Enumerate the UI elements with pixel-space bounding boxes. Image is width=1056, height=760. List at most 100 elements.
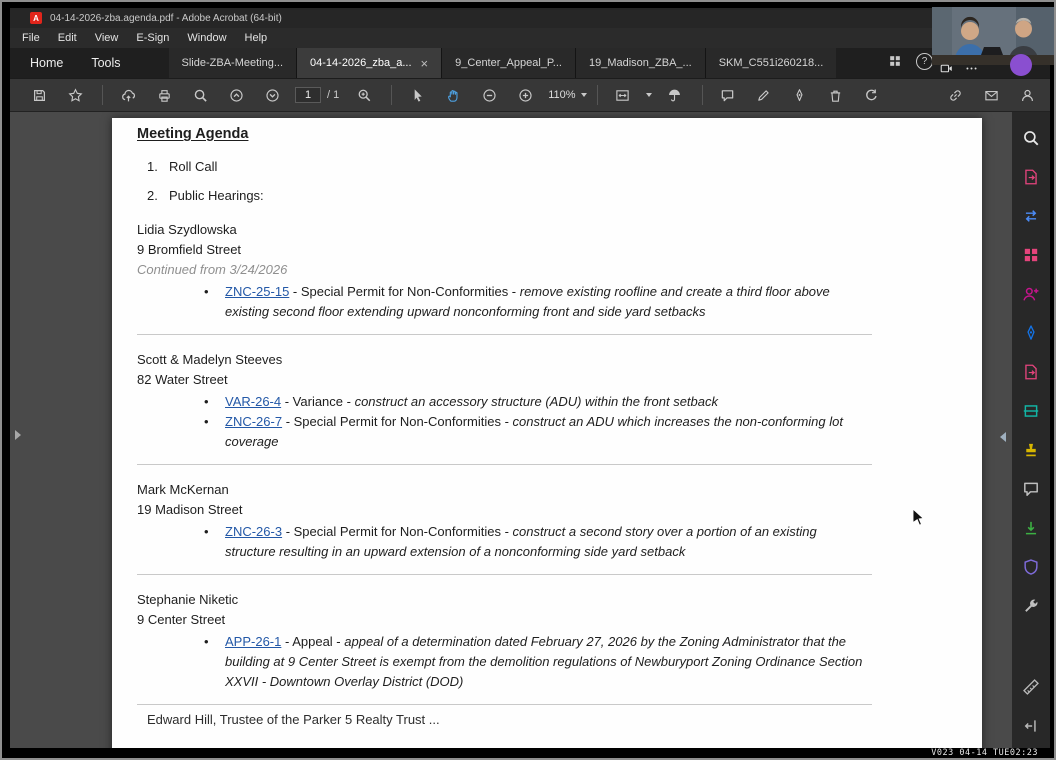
menu-help[interactable]: Help <box>236 32 277 44</box>
page-title: Meeting Agenda <box>137 126 249 142</box>
search-tool-button[interactable] <box>1019 126 1043 150</box>
app-grid-icon[interactable] <box>888 54 902 68</box>
permit-type: - Special Permit for Non-Conformities - <box>289 284 520 299</box>
doc-tab-label: SKM_C551i260218... <box>718 57 824 69</box>
section-divider <box>137 334 872 335</box>
help-icon[interactable]: ? <box>916 53 933 70</box>
collapse-rail-button[interactable] <box>1019 714 1043 738</box>
export-pdf-tool-button[interactable] <box>1019 165 1043 189</box>
fit-width-button[interactable] <box>610 82 636 108</box>
menu-edit[interactable]: Edit <box>49 32 86 44</box>
doc-tab-skm[interactable]: SKM_C551i260218... <box>704 48 837 78</box>
protect-icon <box>1022 558 1040 576</box>
request-esign-tool-button[interactable] <box>1019 282 1043 306</box>
cloud-upload-button[interactable] <box>115 82 141 108</box>
print-button[interactable] <box>151 82 177 108</box>
find-button[interactable] <box>187 82 213 108</box>
clipped-bottom-line: Edward Hill, Trustee of the Parker 5 Rea… <box>147 712 440 727</box>
email-button[interactable] <box>978 82 1004 108</box>
tab-tools[interactable]: Tools <box>77 48 134 78</box>
next-page-button[interactable] <box>259 82 285 108</box>
tab-home[interactable]: Home <box>16 48 77 78</box>
toolbar-divider <box>596 85 598 105</box>
comment-button[interactable] <box>715 82 741 108</box>
share-icon <box>1022 363 1040 381</box>
previous-page-button[interactable] <box>223 82 249 108</box>
star-favorite-button[interactable] <box>62 82 88 108</box>
case-number-link[interactable]: APP-26-1 <box>225 634 281 649</box>
webcam-video <box>932 7 1054 65</box>
page-number-input[interactable]: 1 <box>295 87 321 103</box>
marquee-zoom-button[interactable] <box>351 82 377 108</box>
redo-button[interactable] <box>859 82 885 108</box>
sign-button[interactable] <box>787 82 813 108</box>
doc-tab-madison[interactable]: 19_Madison_ZBA_... <box>574 48 705 78</box>
section-divider <box>137 704 872 705</box>
doc-tab-slide-zba[interactable]: Slide-ZBA-Meeting... <box>168 48 297 78</box>
zoom-out-button[interactable] <box>476 82 502 108</box>
collapse-right-panel-arrow[interactable] <box>1000 432 1006 442</box>
highlight-button[interactable] <box>751 82 777 108</box>
permit-type: - Special Permit for Non-Conformities - <box>282 524 513 539</box>
menu-view[interactable]: View <box>86 32 128 44</box>
delete-button[interactable] <box>823 82 849 108</box>
measure-tool-button[interactable] <box>1019 675 1043 699</box>
case-number-link[interactable]: ZNC-26-3 <box>225 524 282 539</box>
page-display-button[interactable] <box>662 82 688 108</box>
convert-icon <box>1022 207 1040 225</box>
hearing-section: Mark McKernan 19 Madison Street ZNC-26-3… <box>137 480 870 562</box>
scan-ocr-tool-button[interactable] <box>1019 399 1043 423</box>
video-camera-icon[interactable] <box>940 62 953 75</box>
expand-left-panel-arrow[interactable] <box>15 430 21 440</box>
menu-window[interactable]: Window <box>178 32 235 44</box>
webcam-overlay[interactable] <box>932 7 1054 65</box>
toolbar-divider <box>391 85 393 105</box>
share-tool-button[interactable] <box>1019 360 1043 384</box>
zoom-in-button[interactable] <box>512 82 538 108</box>
list-number: 1. <box>147 159 158 174</box>
select-tool-button[interactable] <box>404 82 430 108</box>
window-title: 04-14-2026-zba.agenda.pdf - Adobe Acroba… <box>50 12 282 24</box>
case-number-link[interactable]: ZNC-25-15 <box>225 284 289 299</box>
screen: A 04-14-2026-zba.agenda.pdf - Adobe Acro… <box>0 0 1056 760</box>
permit-type: - Appeal - <box>281 634 345 649</box>
zoom-level-dropdown[interactable]: 110% <box>548 89 587 101</box>
applicant-name: Lidia Szydlowska <box>137 222 237 237</box>
pdf-page: Meeting Agenda 1. Roll Call 2. Public He… <box>112 118 982 748</box>
document-area: Meeting Agenda 1. Roll Call 2. Public He… <box>10 112 1050 748</box>
case-number-link[interactable]: ZNC-26-7 <box>225 414 282 429</box>
account-button[interactable] <box>1014 82 1040 108</box>
permit-type: - Variance - <box>281 394 355 409</box>
hand-tool-button[interactable] <box>440 82 466 108</box>
compress-tool-button[interactable] <box>1019 516 1043 540</box>
request-esign-icon <box>1022 285 1040 303</box>
protect-tool-button[interactable] <box>1019 555 1043 579</box>
convert-pdf-tool-button[interactable] <box>1019 204 1043 228</box>
doc-tab-center-appeal[interactable]: 9_Center_Appeal_P... <box>441 48 575 78</box>
agenda-item: APP-26-1 - Appeal - appeal of a determin… <box>137 632 870 692</box>
webcam-controls <box>940 62 978 75</box>
chevron-down-icon[interactable] <box>645 93 652 97</box>
measure-icon <box>1022 678 1040 696</box>
fill-sign-tool-button[interactable] <box>1019 321 1043 345</box>
comment-icon <box>1022 480 1040 498</box>
more-tools-button[interactable] <box>1019 594 1043 618</box>
comment-tool-button[interactable] <box>1019 477 1043 501</box>
share-link-button[interactable] <box>942 82 968 108</box>
acrobat-logo-icon: A <box>30 12 42 24</box>
item-description: construct an accessory structure (ADU) w… <box>354 394 718 409</box>
mouse-cursor <box>912 508 925 526</box>
save-button[interactable] <box>26 82 52 108</box>
more-options-icon[interactable] <box>965 62 978 75</box>
organize-pages-tool-button[interactable] <box>1019 243 1043 267</box>
close-icon[interactable]: × <box>421 57 429 70</box>
hearing-section: Stephanie Niketic 9 Center Street APP-26… <box>137 590 870 692</box>
applicant-address: 82 Water Street <box>137 372 228 387</box>
menu-file[interactable]: File <box>13 32 49 44</box>
avatar[interactable] <box>1010 54 1032 76</box>
menu-esign[interactable]: E-Sign <box>127 32 178 44</box>
stamp-tool-button[interactable] <box>1019 438 1043 462</box>
doc-tab-agenda-active[interactable]: 04-14-2026_zba_a... × <box>296 48 442 78</box>
search-icon <box>1022 129 1040 147</box>
case-number-link[interactable]: VAR-26-4 <box>225 394 281 409</box>
